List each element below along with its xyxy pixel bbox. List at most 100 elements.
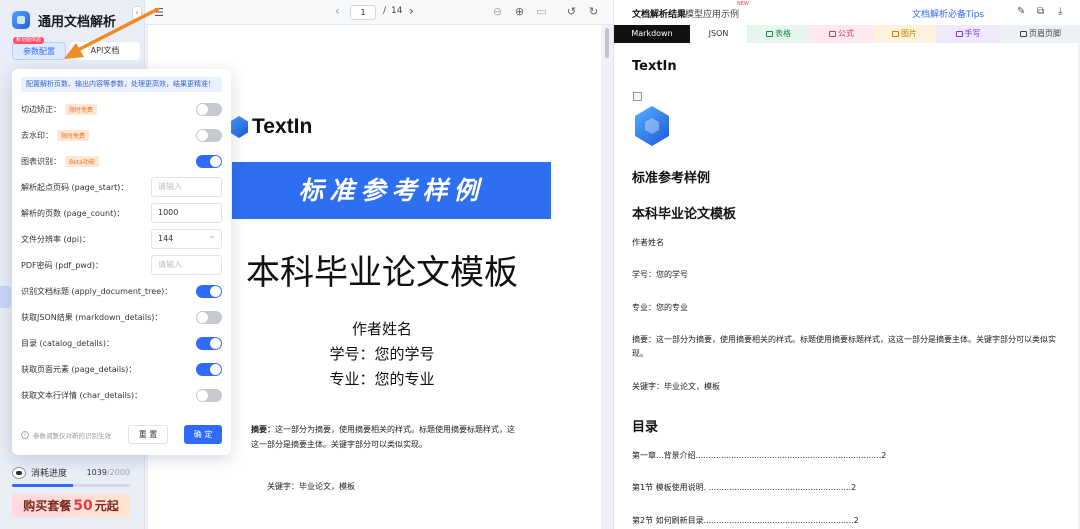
sidebar-tabs: 新功能体验 参数配置 API文档	[12, 37, 140, 60]
usage-progress: 消耗进度 1039/2000	[12, 466, 130, 487]
info-icon: i	[21, 431, 29, 439]
setting-label: 文件分辨率 (dpi)：	[21, 234, 91, 244]
setting-row: 解析起点页码 (page_start)： 请输入	[21, 177, 222, 197]
copy-icon[interactable]: ⧉	[1037, 6, 1044, 17]
setting-row: PDF密码 (pdf_pwd)： 请输入	[21, 255, 222, 275]
tab-handwriting[interactable]: 手写	[936, 25, 1000, 43]
collapse-sidebar-button[interactable]: ‹	[132, 6, 142, 20]
toc-line: 第2节 如何刷新目录..............................…	[632, 516, 859, 525]
broken-image-icon	[633, 92, 642, 101]
download-icon[interactable]: ⤓	[1058, 6, 1062, 17]
setting-label: 识别文档标题 (apply_document_tree)：	[21, 286, 173, 296]
page-total: 14	[391, 6, 403, 16]
md-text: 学号：您的学号	[632, 270, 688, 279]
tab-formula[interactable]: 公式	[810, 25, 873, 43]
tab-header-footer[interactable]: 页眉页脚	[1000, 25, 1080, 43]
setting-toggle[interactable]	[196, 389, 222, 402]
rotate-right-icon[interactable]: ↻	[587, 5, 600, 18]
setting-label: 去水印：	[21, 130, 53, 140]
doc-banner: 标准参考样例	[232, 162, 551, 219]
tab-markdown[interactable]: Markdown	[614, 25, 690, 43]
page-number-input[interactable]: 1	[350, 5, 376, 20]
doc-abstract: 摘要：这一部分为摘要，使用摘要相关的样式。标题使用摘要标题样式，这这一部分是摘要…	[251, 424, 515, 449]
llm-demo-link[interactable]: 大模型应用示例	[676, 7, 739, 20]
tab-param-config[interactable]: 新功能体验 参数配置	[12, 37, 66, 60]
setting-row: 目录 (catalog_details)：	[21, 333, 222, 353]
tab-label: 参数配置	[23, 47, 55, 56]
sidebar-active-indicator	[0, 286, 11, 308]
buy-package-banner[interactable]: 购买套餐 50 元起	[12, 494, 130, 517]
setting-row: 获取页面元素 (page_details)：	[21, 359, 222, 379]
footer-note: 参数调整仅对新的识别生效	[33, 432, 111, 440]
doc-keywords: 关键字：毕业论文，模板	[267, 482, 355, 491]
header-footer-icon	[1020, 31, 1027, 37]
setting-toggle[interactable]	[196, 129, 222, 142]
setting-toggle[interactable]	[196, 285, 222, 298]
textin-logo-icon	[230, 116, 248, 138]
setting-input[interactable]: 请输入	[151, 177, 222, 197]
setting-row: 识别文档标题 (apply_document_tree)：	[21, 281, 222, 301]
tab-image[interactable]: 图片	[873, 25, 936, 43]
setting-select[interactable]: 144	[151, 227, 222, 249]
usage-label: 消耗进度	[31, 469, 68, 479]
setting-label: 图表识别：	[21, 156, 61, 166]
usage-count: 1039/2000	[86, 468, 130, 477]
confirm-button[interactable]: 确 定	[184, 425, 222, 444]
fit-page-icon[interactable]: ▭	[535, 5, 548, 18]
viewer-toolbar: ☰ ‹ 1 / 14 › ⊖ ⊕ ▭ ↺ ↻	[145, 0, 613, 25]
edit-icon[interactable]: ✎	[1017, 6, 1025, 17]
md-heading: 目录	[632, 420, 659, 435]
buy-prefix: 购买套餐	[23, 499, 72, 513]
setting-input[interactable]: 1000	[151, 203, 222, 223]
markdown-content: TextIn 标准参考样例 本科毕业论文模板 作者姓名 学号：您的学号 专业：您…	[632, 43, 1072, 529]
tab-table[interactable]: 表格	[747, 25, 810, 43]
setting-input[interactable]: 请输入	[151, 255, 222, 275]
setting-toggle[interactable]	[196, 103, 222, 116]
setting-row: 获取文本行详情 (char_details)：	[21, 385, 222, 405]
next-page-icon[interactable]: ›	[409, 4, 414, 18]
usage-fill	[12, 484, 74, 487]
reset-button[interactable]: 重 置	[128, 425, 168, 444]
new-badge: NEW	[737, 1, 749, 7]
usage-track	[12, 484, 130, 487]
settings-options: 切边矫正： 限时免费 去水印： 限时免费图表识别： Beta功能解析起点页码 (page…	[12, 99, 231, 417]
setting-toggle[interactable]	[196, 155, 222, 168]
md-text: 专业：您的专业	[632, 303, 688, 312]
tab-api-docs[interactable]: API文档	[70, 42, 140, 60]
setting-toggle[interactable]	[196, 311, 222, 324]
tab-json[interactable]: JSON	[690, 25, 747, 43]
brand[interactable]: 通用文档解析	[12, 10, 116, 30]
setting-toggle[interactable]	[196, 363, 222, 376]
md-heading: TextIn	[632, 59, 677, 74]
app-title: 通用文档解析	[38, 14, 117, 30]
md-heading: 标准参考样例	[632, 171, 711, 186]
toc-line: 第1节 模板使用说明. ............................…	[632, 483, 857, 492]
setting-toggle[interactable]	[196, 337, 222, 350]
settings-note: 配置解析页数、输出内容等参数，处理更高效，结果更精准！	[21, 77, 222, 92]
tab-label: API文档	[90, 46, 120, 55]
app-root: 通用文档解析 ‹ 新功能体验 参数配置 API文档 消耗进度 1039/2000…	[0, 0, 1080, 529]
buy-suffix: 元起	[94, 499, 119, 513]
result-header: 文档解析结果 大模型应用示例 NEW 文档解析必备Tips ✎ ⧉ ⤓	[614, 0, 1080, 25]
new-feature-badge: 新功能体验	[13, 37, 45, 44]
setting-tag: 限时免费	[57, 129, 90, 141]
buy-amount: 50	[73, 497, 93, 514]
zoom-out-icon[interactable]: ⊖	[491, 5, 504, 18]
setting-label: 切边矫正：	[21, 104, 61, 114]
doc-logo: TextIn	[230, 115, 312, 139]
setting-row: 去水印： 限时免费	[21, 125, 222, 145]
result-panel: 文档解析结果 大模型应用示例 NEW 文档解析必备Tips ✎ ⧉ ⤓ Mark…	[613, 0, 1080, 529]
setting-tag: Beta功能	[65, 155, 99, 167]
tips-link[interactable]: 文档解析必备Tips	[912, 7, 984, 20]
md-text: 关键字：毕业论文，模板	[632, 382, 720, 391]
md-text: 作者姓名	[632, 238, 664, 247]
toc-line: 第一章...背景介绍..............................…	[632, 451, 887, 460]
prev-page-icon[interactable]: ‹	[335, 4, 340, 18]
rotate-left-icon[interactable]: ↺	[565, 5, 578, 18]
outline-menu-icon[interactable]: ☰	[154, 6, 164, 19]
setting-row: 解析的页数 (page_count)： 1000	[21, 203, 222, 223]
md-text: 摘要：这一部分为摘要，使用摘要相关的样式。标题使用摘要标题样式，这这一部分是摘要…	[632, 335, 1056, 358]
image-icon	[892, 31, 899, 37]
viewer-scrollbar[interactable]	[605, 28, 609, 58]
zoom-in-icon[interactable]: ⊕	[513, 5, 526, 18]
